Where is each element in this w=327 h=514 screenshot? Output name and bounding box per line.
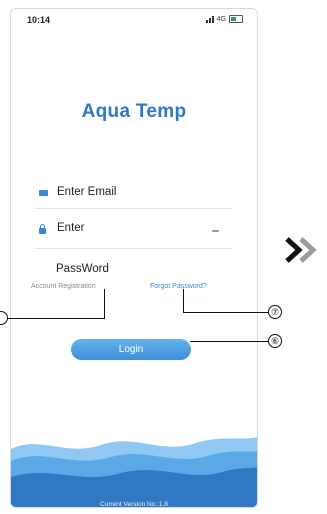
password-underline	[35, 248, 231, 249]
mail-icon	[39, 190, 48, 196]
battery-icon	[229, 15, 243, 23]
login-marker: ⑥	[268, 334, 282, 348]
lock-icon	[39, 224, 46, 234]
password-input[interactable]: Enter	[57, 222, 85, 234]
status-time: 10:14	[27, 15, 51, 25]
password-field[interactable]: Enter	[35, 222, 231, 249]
forgot-callout-stem	[183, 289, 184, 312]
password-label: PassWord	[56, 263, 109, 275]
version-text: Current Version No.:1.8	[100, 501, 168, 508]
eye-icon[interactable]	[212, 230, 219, 232]
status-indicators: 4G	[205, 15, 243, 23]
email-underline	[35, 208, 231, 209]
phone-screen: 10:14 4G Aqua Temp Enter Email Enter Pas…	[10, 8, 258, 508]
forgot-password-link[interactable]: Forgot Password?	[150, 283, 207, 290]
registration-callout-stem	[104, 289, 105, 319]
status-bar: 10:14 4G	[11, 9, 257, 31]
login-callout-line	[190, 341, 269, 342]
registration-callout-line	[0, 318, 104, 319]
forgot-marker: ⑦	[268, 305, 282, 319]
account-registration-link[interactable]: Account Registration	[31, 283, 96, 290]
app-title: Aqua Temp	[81, 101, 187, 122]
registration-marker	[0, 311, 8, 325]
login-button[interactable]: Login	[71, 339, 191, 360]
wave-background	[11, 437, 257, 507]
next-chevron-icon	[285, 237, 317, 263]
forgot-callout-line	[183, 312, 269, 313]
email-field[interactable]: Enter Email	[35, 186, 231, 209]
network-type: 4G	[216, 15, 226, 23]
signal-icon	[205, 15, 214, 23]
email-input[interactable]: Enter Email	[57, 186, 116, 198]
